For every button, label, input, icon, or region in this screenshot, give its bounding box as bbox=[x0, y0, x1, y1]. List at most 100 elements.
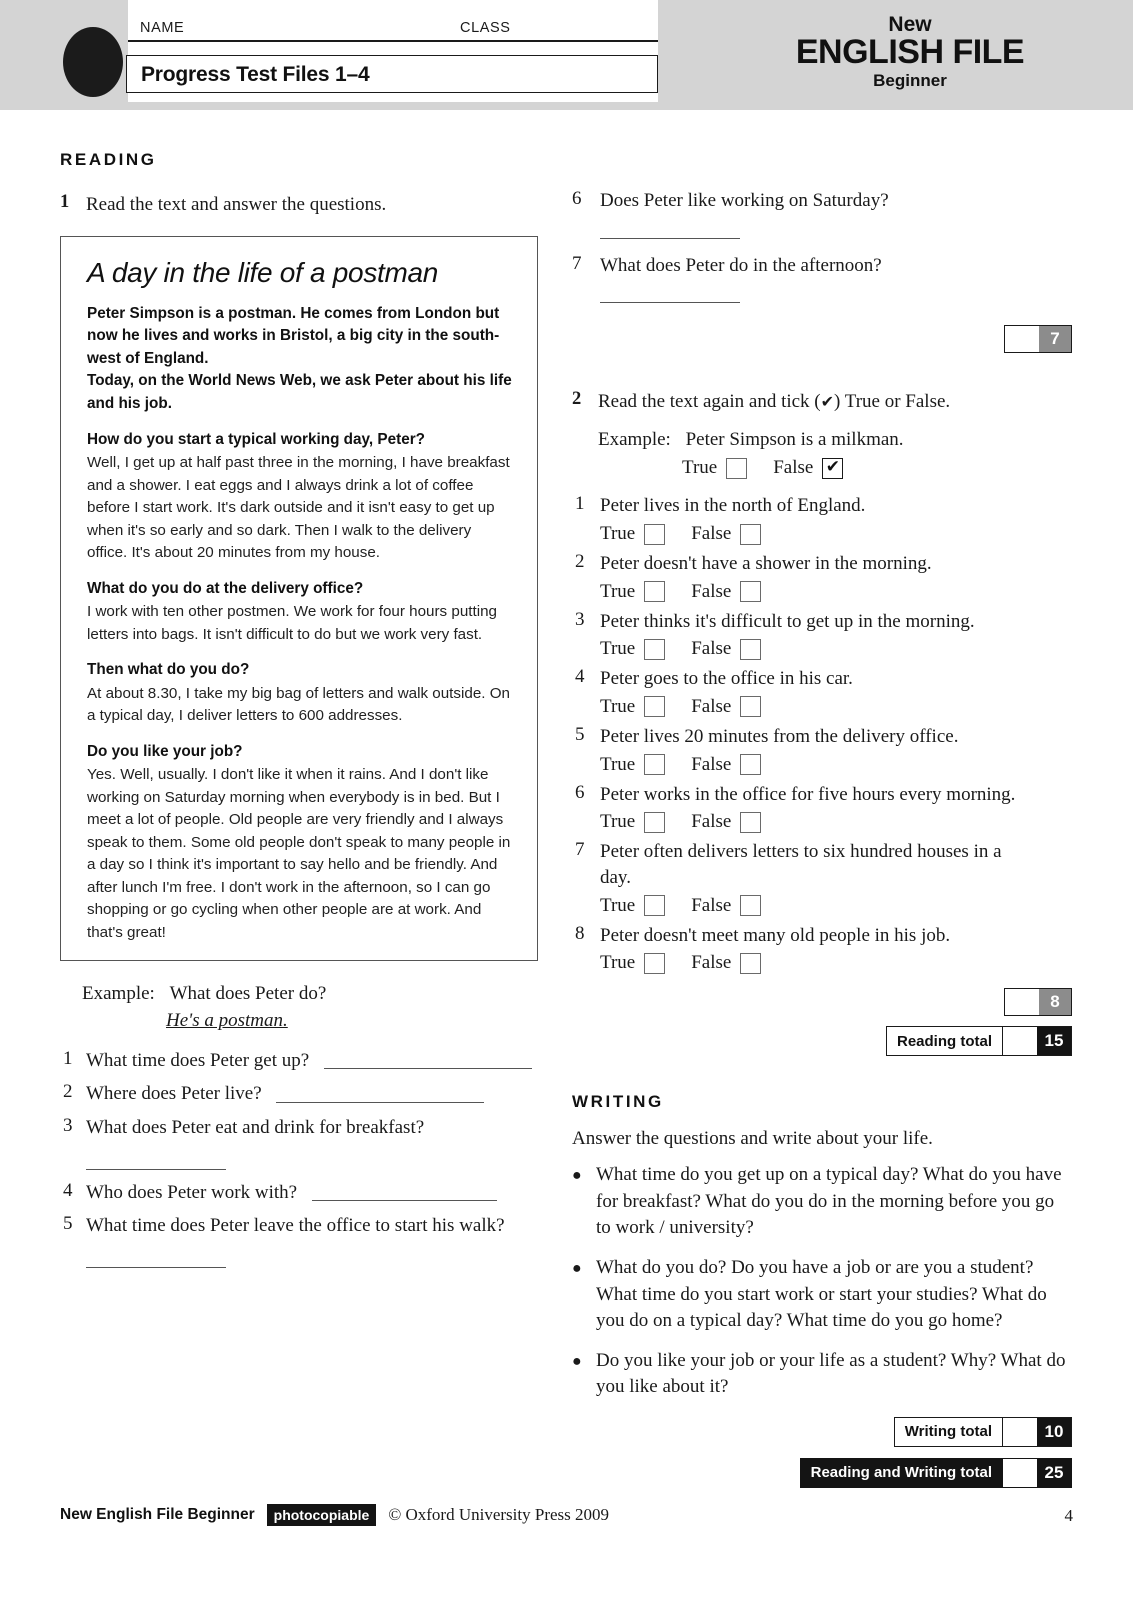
false-checkbox[interactable]: ✔ bbox=[822, 457, 844, 479]
true-false-item: 5 Peter lives 20 minutes from the delive… bbox=[572, 724, 1072, 776]
false-label: False bbox=[691, 894, 732, 916]
list-item: ● What time do you get up on a typical d… bbox=[572, 1162, 1072, 1242]
writing-total-row: Writing total 10 bbox=[572, 1416, 1072, 1447]
question-number: 7 bbox=[572, 252, 582, 274]
true-label: True bbox=[600, 894, 636, 916]
grand-total-label: Reading and Writing total bbox=[800, 1458, 1003, 1487]
true-label: True bbox=[600, 638, 636, 660]
false-checkbox[interactable] bbox=[740, 754, 762, 776]
false-label: False bbox=[691, 523, 732, 545]
passage-question: What do you do at the delivery office? bbox=[87, 579, 364, 597]
statement-number: 8 bbox=[575, 922, 585, 944]
bullet-icon: ● bbox=[572, 1352, 582, 1370]
bullet-icon: ● bbox=[572, 1167, 582, 1185]
question-body: Where does Peter live? bbox=[86, 1081, 540, 1108]
question-text: What does Peter do in the afternoon? bbox=[600, 254, 882, 276]
statement-text: Peter doesn't meet many old people in hi… bbox=[600, 924, 951, 946]
exercise-2-score-row: 8 bbox=[572, 988, 1072, 1017]
exercise-2-number: 2 bbox=[572, 389, 582, 410]
question-number: 3 bbox=[63, 1114, 73, 1136]
true-false-item: 3 Peter thinks it's difficult to get up … bbox=[572, 609, 1072, 661]
score-entry-cell[interactable] bbox=[1005, 326, 1039, 353]
writing-instruction: Answer the questions and write about you… bbox=[572, 1128, 933, 1150]
test-title: Progress Test Files 1–4 bbox=[141, 63, 370, 86]
score-entry-cell[interactable] bbox=[1005, 989, 1039, 1016]
exercise-2-score-box: 8 bbox=[1004, 988, 1072, 1017]
list-item: ● What do you do? Do you have a job or a… bbox=[572, 1255, 1072, 1335]
writing-section-heading: WRITING bbox=[572, 1092, 664, 1112]
example-answer: He's a postman. bbox=[166, 1009, 288, 1031]
answer-blank[interactable] bbox=[86, 1250, 226, 1268]
question-item: 7 What does Peter do in the afternoon? bbox=[572, 253, 1072, 280]
score-entry-cell[interactable] bbox=[1003, 1027, 1037, 1056]
bullet-text: Do you like your job or your life as a s… bbox=[596, 1349, 1066, 1398]
question-text: What time does Peter get up? bbox=[86, 1049, 310, 1071]
tf-example-label: Example: bbox=[598, 428, 671, 450]
brand-new-label: New bbox=[888, 13, 932, 36]
brand-title: ENGLISH FILE bbox=[795, 33, 1025, 71]
passage-question: Do you like your job? bbox=[87, 742, 243, 760]
statement-body: Peter thinks it's difficult to get up in… bbox=[600, 609, 1072, 661]
answer-blank[interactable] bbox=[276, 1087, 485, 1104]
question-text: What time does Peter leave the office to… bbox=[86, 1215, 505, 1237]
answer-blank[interactable] bbox=[311, 1185, 497, 1202]
writing-total-box: Writing total 10 bbox=[893, 1416, 1072, 1447]
tf-choices: True False bbox=[600, 754, 1072, 776]
footer-title: New English File Beginner bbox=[60, 1506, 255, 1523]
false-checkbox[interactable] bbox=[740, 696, 762, 718]
left-column: READING 1 Read the text and answer the q… bbox=[60, 150, 540, 1275]
exercise-1-score-box: 7 bbox=[1004, 325, 1072, 354]
example-question-line: Example: What does Peter do? bbox=[82, 981, 540, 1008]
question-text: Where does Peter live? bbox=[86, 1083, 262, 1105]
exercise-2-instruction-a: Read the text again and tick ( bbox=[598, 391, 821, 413]
passage-qa-item: What do you do at the delivery office? I… bbox=[87, 578, 515, 646]
example-label: Example: bbox=[82, 983, 155, 1005]
answer-blank[interactable] bbox=[600, 283, 740, 304]
true-checkbox[interactable] bbox=[644, 895, 666, 917]
true-checkbox[interactable] bbox=[644, 754, 666, 776]
statement-number: 6 bbox=[575, 781, 585, 803]
test-title-box: Progress Test Files 1–4 bbox=[126, 55, 658, 93]
footer-copyright: © Oxford University Press 2009 bbox=[388, 1505, 610, 1524]
score-max-value: 8 bbox=[1039, 989, 1071, 1016]
statement-number: 3 bbox=[575, 608, 585, 630]
true-checkbox[interactable] bbox=[644, 952, 666, 974]
true-checkbox[interactable] bbox=[644, 811, 666, 833]
true-checkbox[interactable] bbox=[644, 638, 666, 660]
exercise-1-number: 1 bbox=[60, 192, 70, 212]
list-item: ● Do you like your job or your life as a… bbox=[572, 1348, 1072, 1401]
page-header: NAME CLASS Progress Test Files 1–4 New E… bbox=[0, 0, 1133, 110]
statement-body: Peter doesn't have a shower in the morni… bbox=[600, 551, 1072, 603]
false-checkbox[interactable] bbox=[740, 638, 762, 660]
statement-body: Peter goes to the office in his car. Tru… bbox=[600, 666, 1072, 718]
true-checkbox[interactable] bbox=[644, 696, 666, 718]
false-checkbox[interactable] bbox=[740, 811, 762, 833]
answer-blank[interactable] bbox=[600, 219, 740, 239]
exercise-1-score-row: 7 bbox=[572, 325, 1072, 354]
true-label: True bbox=[600, 580, 636, 602]
answer-blank[interactable] bbox=[323, 1053, 532, 1070]
true-checkbox[interactable] bbox=[644, 581, 666, 603]
false-checkbox[interactable] bbox=[740, 895, 762, 917]
question-text: Who does Peter work with? bbox=[86, 1181, 298, 1203]
passage-qa-item: Then what do you do? At about 8.30, I ta… bbox=[87, 659, 515, 727]
exercise-1-header: 1 Read the text and answer the questions… bbox=[60, 192, 540, 218]
true-checkbox[interactable] bbox=[644, 523, 666, 545]
answer-blank[interactable] bbox=[86, 1152, 226, 1170]
false-checkbox[interactable] bbox=[740, 581, 762, 603]
false-label: False bbox=[691, 695, 732, 717]
passage-question: How do you start a typical working day, … bbox=[87, 431, 426, 449]
score-entry-cell[interactable] bbox=[1003, 1417, 1037, 1446]
false-checkbox[interactable] bbox=[740, 523, 762, 545]
false-label: False bbox=[691, 580, 732, 602]
score-entry-cell[interactable] bbox=[1003, 1458, 1037, 1487]
statement-text: Peter works in the office for five hours… bbox=[600, 783, 1016, 805]
question-item: 6 Does Peter like working on Saturday? bbox=[572, 188, 1072, 215]
question-item: 5 What time does Peter leave the office … bbox=[60, 1213, 540, 1268]
exercise-2-instruction: Read the text again and tick (✔) True or… bbox=[598, 389, 950, 415]
statement-text: Peter often delivers letters to six hund… bbox=[600, 841, 1002, 888]
bullet-text: What time do you get up on a typical day… bbox=[596, 1164, 1062, 1239]
false-label: False bbox=[691, 952, 732, 974]
false-checkbox[interactable] bbox=[740, 952, 762, 974]
true-checkbox[interactable] bbox=[726, 457, 748, 479]
